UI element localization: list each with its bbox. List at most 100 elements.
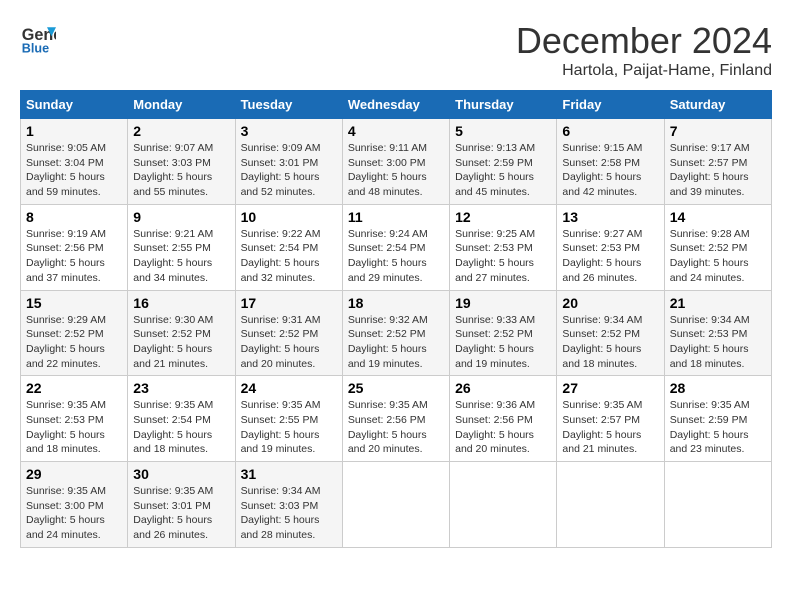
day-number: 31: [241, 466, 337, 482]
day-info: Sunrise: 9:17 AMSunset: 2:57 PMDaylight:…: [670, 141, 766, 200]
day-info: Sunrise: 9:19 AMSunset: 2:56 PMDaylight:…: [26, 227, 122, 286]
day-info: Sunrise: 9:30 AMSunset: 2:52 PMDaylight:…: [133, 313, 229, 372]
calendar-cell: 26 Sunrise: 9:36 AMSunset: 2:56 PMDayligh…: [450, 376, 557, 462]
calendar-cell: 30Sunrise: 9:35 AMSunset: 3:01 PMDayligh…: [128, 462, 235, 548]
day-number: 21: [670, 295, 766, 311]
calendar-cell: 29 Sunrise: 9:35 AMSunset: 3:00 PMDayligh…: [21, 462, 128, 548]
day-number: 28: [670, 380, 766, 396]
day-number: 18: [348, 295, 444, 311]
weekday-header-cell: Thursday: [450, 91, 557, 119]
day-info: Sunrise: 9:35 AMSunset: 2:59 PMDaylight:…: [670, 398, 766, 457]
calendar-cell: 10Sunrise: 9:22 AMSunset: 2:54 PMDayligh…: [235, 204, 342, 290]
day-info: Sunrise: 9:24 AMSunset: 2:54 PMDaylight:…: [348, 227, 444, 286]
calendar-cell: [450, 462, 557, 548]
weekday-header-cell: Friday: [557, 91, 664, 119]
logo: General Blue: [20, 20, 56, 56]
day-number: 8: [26, 209, 122, 225]
day-info: Sunrise: 9:07 AMSunset: 3:03 PMDaylight:…: [133, 141, 229, 200]
day-number: 26: [455, 380, 551, 396]
calendar-cell: 25 Sunrise: 9:35 AMSunset: 2:56 PMDayligh…: [342, 376, 449, 462]
page-subtitle: Hartola, Paijat-Hame, Finland: [516, 62, 772, 80]
calendar-cell: [342, 462, 449, 548]
day-info: Sunrise: 9:35 AMSunset: 2:56 PMDaylight:…: [348, 398, 444, 457]
weekday-header-cell: Monday: [128, 91, 235, 119]
day-info: Sunrise: 9:35 AMSunset: 2:54 PMDaylight:…: [133, 398, 229, 457]
day-number: 4: [348, 123, 444, 139]
calendar-cell: 20 Sunrise: 9:34 AMSunset: 2:52 PMDayligh…: [557, 290, 664, 376]
calendar-week-row: 8 Sunrise: 9:19 AMSunset: 2:56 PMDaylight…: [21, 204, 772, 290]
day-number: 14: [670, 209, 766, 225]
calendar-cell: 8 Sunrise: 9:19 AMSunset: 2:56 PMDaylight…: [21, 204, 128, 290]
calendar-cell: 17 Sunrise: 9:31 AMSunset: 2:52 PMDayligh…: [235, 290, 342, 376]
day-info: Sunrise: 9:13 AMSunset: 2:59 PMDaylight:…: [455, 141, 551, 200]
day-info: Sunrise: 9:35 AMSunset: 3:01 PMDaylight:…: [133, 484, 229, 543]
day-number: 29: [26, 466, 122, 482]
day-number: 11: [348, 209, 444, 225]
day-number: 17: [241, 295, 337, 311]
day-info: Sunrise: 9:05 AMSunset: 3:04 PMDaylight:…: [26, 141, 122, 200]
calendar-cell: 21 Sunrise: 9:34 AMSunset: 2:53 PMDayligh…: [664, 290, 771, 376]
calendar-cell: 6 Sunrise: 9:15 AMSunset: 2:58 PMDaylight…: [557, 119, 664, 205]
day-info: Sunrise: 9:15 AMSunset: 2:58 PMDaylight:…: [562, 141, 658, 200]
day-number: 24: [241, 380, 337, 396]
weekday-header-cell: Wednesday: [342, 91, 449, 119]
day-number: 22: [26, 380, 122, 396]
day-info: Sunrise: 9:21 AMSunset: 2:55 PMDaylight:…: [133, 227, 229, 286]
day-number: 20: [562, 295, 658, 311]
page-header: General Blue December 2024 Hartola, Paij…: [20, 20, 772, 80]
day-number: 3: [241, 123, 337, 139]
day-info: Sunrise: 9:35 AMSunset: 3:00 PMDaylight:…: [26, 484, 122, 543]
calendar-cell: 31Sunrise: 9:34 AMSunset: 3:03 PMDayligh…: [235, 462, 342, 548]
day-info: Sunrise: 9:29 AMSunset: 2:52 PMDaylight:…: [26, 313, 122, 372]
weekday-header-cell: Tuesday: [235, 91, 342, 119]
calendar-cell: 15 Sunrise: 9:29 AMSunset: 2:52 PMDayligh…: [21, 290, 128, 376]
day-info: Sunrise: 9:28 AMSunset: 2:52 PMDaylight:…: [670, 227, 766, 286]
day-info: Sunrise: 9:25 AMSunset: 2:53 PMDaylight:…: [455, 227, 551, 286]
day-number: 27: [562, 380, 658, 396]
day-number: 13: [562, 209, 658, 225]
day-info: Sunrise: 9:34 AMSunset: 2:53 PMDaylight:…: [670, 313, 766, 372]
day-info: Sunrise: 9:11 AMSunset: 3:00 PMDaylight:…: [348, 141, 444, 200]
calendar-cell: 23 Sunrise: 9:35 AMSunset: 2:54 PMDayligh…: [128, 376, 235, 462]
day-number: 9: [133, 209, 229, 225]
day-number: 25: [348, 380, 444, 396]
day-info: Sunrise: 9:35 AMSunset: 2:57 PMDaylight:…: [562, 398, 658, 457]
weekday-header-row: SundayMondayTuesdayWednesdayThursdayFrid…: [21, 91, 772, 119]
day-number: 5: [455, 123, 551, 139]
weekday-header-cell: Sunday: [21, 91, 128, 119]
calendar-cell: 24 Sunrise: 9:35 AMSunset: 2:55 PMDayligh…: [235, 376, 342, 462]
calendar-cell: 9 Sunrise: 9:21 AMSunset: 2:55 PMDaylight…: [128, 204, 235, 290]
calendar-cell: 28 Sunrise: 9:35 AMSunset: 2:59 PMDayligh…: [664, 376, 771, 462]
calendar-cell: [557, 462, 664, 548]
day-number: 23: [133, 380, 229, 396]
calendar-cell: 5 Sunrise: 9:13 AMSunset: 2:59 PMDaylight…: [450, 119, 557, 205]
calendar-cell: 18 Sunrise: 9:32 AMSunset: 2:52 PMDayligh…: [342, 290, 449, 376]
weekday-header-cell: Saturday: [664, 91, 771, 119]
calendar-cell: 16 Sunrise: 9:30 AMSunset: 2:52 PMDayligh…: [128, 290, 235, 376]
calendar-week-row: 15 Sunrise: 9:29 AMSunset: 2:52 PMDayligh…: [21, 290, 772, 376]
day-info: Sunrise: 9:35 AMSunset: 2:53 PMDaylight:…: [26, 398, 122, 457]
day-info: Sunrise: 9:35 AMSunset: 2:55 PMDaylight:…: [241, 398, 337, 457]
calendar-cell: 1 Sunrise: 9:05 AMSunset: 3:04 PMDaylight…: [21, 119, 128, 205]
day-info: Sunrise: 9:33 AMSunset: 2:52 PMDaylight:…: [455, 313, 551, 372]
calendar-cell: 7Sunrise: 9:17 AMSunset: 2:57 PMDaylight…: [664, 119, 771, 205]
title-block: December 2024 Hartola, Paijat-Hame, Finl…: [516, 20, 772, 80]
calendar-cell: 4 Sunrise: 9:11 AMSunset: 3:00 PMDaylight…: [342, 119, 449, 205]
day-number: 15: [26, 295, 122, 311]
svg-text:Blue: Blue: [22, 41, 49, 55]
calendar-week-row: 22 Sunrise: 9:35 AMSunset: 2:53 PMDayligh…: [21, 376, 772, 462]
day-number: 16: [133, 295, 229, 311]
calendar-cell: 3Sunrise: 9:09 AMSunset: 3:01 PMDaylight…: [235, 119, 342, 205]
calendar-week-row: 29 Sunrise: 9:35 AMSunset: 3:00 PMDayligh…: [21, 462, 772, 548]
calendar-cell: 19Sunrise: 9:33 AMSunset: 2:52 PMDayligh…: [450, 290, 557, 376]
day-number: 6: [562, 123, 658, 139]
day-info: Sunrise: 9:22 AMSunset: 2:54 PMDaylight:…: [241, 227, 337, 286]
calendar-table: SundayMondayTuesdayWednesdayThursdayFrid…: [20, 90, 772, 548]
day-number: 1: [26, 123, 122, 139]
day-info: Sunrise: 9:34 AMSunset: 2:52 PMDaylight:…: [562, 313, 658, 372]
day-info: Sunrise: 9:31 AMSunset: 2:52 PMDaylight:…: [241, 313, 337, 372]
calendar-body: 1 Sunrise: 9:05 AMSunset: 3:04 PMDaylight…: [21, 119, 772, 548]
day-info: Sunrise: 9:36 AMSunset: 2:56 PMDaylight:…: [455, 398, 551, 457]
calendar-cell: 27 Sunrise: 9:35 AMSunset: 2:57 PMDayligh…: [557, 376, 664, 462]
day-info: Sunrise: 9:32 AMSunset: 2:52 PMDaylight:…: [348, 313, 444, 372]
